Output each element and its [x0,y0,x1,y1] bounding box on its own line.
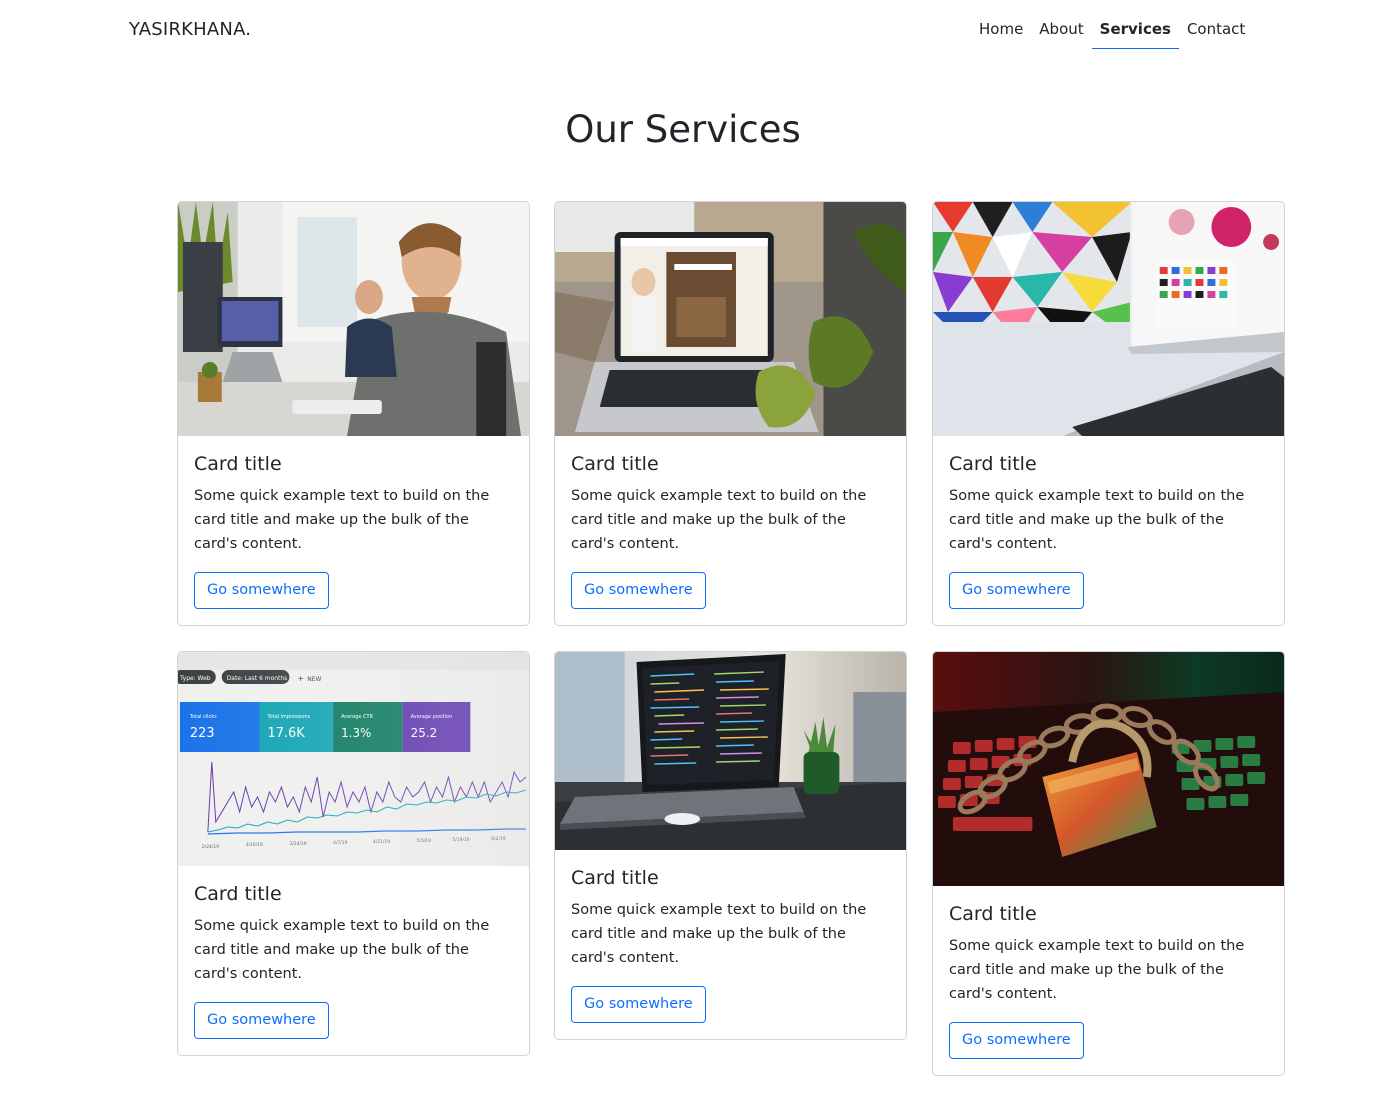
card-title: Card title [949,903,1037,925]
card-body: Card title Some quick example text to bu… [933,436,1284,625]
navbar-brand[interactable]: YASIRKHANA. [129,19,251,40]
go-somewhere-button[interactable]: Go somewhere [571,572,706,609]
navbar-nav: Home About Services Contact [971,18,1253,50]
nav-link-services[interactable]: Services [1091,18,1179,49]
page-title: Our Services [565,108,801,151]
service-card: Card title Some quick example text to bu… [932,201,1285,626]
card-body: Card title Some quick example text to bu… [555,850,906,1039]
card-title: Card title [194,453,282,475]
nav-link-about[interactable]: About [1031,18,1091,49]
nav-link-home[interactable]: Home [971,18,1031,49]
card-title: Card title [571,867,659,889]
card-image-padlock [933,652,1284,886]
go-somewhere-button[interactable]: Go somewhere [949,572,1084,609]
go-somewhere-button[interactable]: Go somewhere [571,986,706,1023]
service-card: Card title Some quick example text to bu… [554,201,907,626]
card-body: Card title Some quick example text to bu… [178,436,529,625]
card-image-laptop-website [555,202,906,436]
card-image-analytics: Type: Web Date: Last 6 months + NEW Tota… [178,652,529,866]
card-body: Card title Some quick example text to bu… [178,866,529,1055]
service-card: Type: Web Date: Last 6 months + NEW Tota… [177,651,530,1056]
nav-link-contact[interactable]: Contact [1179,18,1253,49]
card-body: Card title Some quick example text to bu… [933,886,1284,1075]
go-somewhere-button[interactable]: Go somewhere [194,1002,329,1039]
go-somewhere-button[interactable]: Go somewhere [949,1022,1084,1059]
service-card: Card title Some quick example text to bu… [932,651,1285,1076]
card-text: Some quick example text to build on the … [571,902,867,966]
card-image-code-editor [555,652,906,850]
card-title: Card title [571,453,659,475]
card-body: Card title Some quick example text to bu… [555,436,906,625]
card-text: Some quick example text to build on the … [194,488,490,552]
card-title: Card title [949,453,1037,475]
go-somewhere-button[interactable]: Go somewhere [194,572,329,609]
card-text: Some quick example text to build on the … [571,488,867,552]
card-text: Some quick example text to build on the … [194,918,490,982]
card-image-laptop-colorful [933,202,1284,436]
service-card: Card title Some quick example text to bu… [177,201,530,626]
card-title: Card title [194,883,282,905]
service-card: Card title Some quick example text to bu… [554,651,907,1040]
card-text: Some quick example text to build on the … [949,938,1245,1002]
card-image-developers [178,202,529,436]
card-text: Some quick example text to build on the … [949,488,1245,552]
